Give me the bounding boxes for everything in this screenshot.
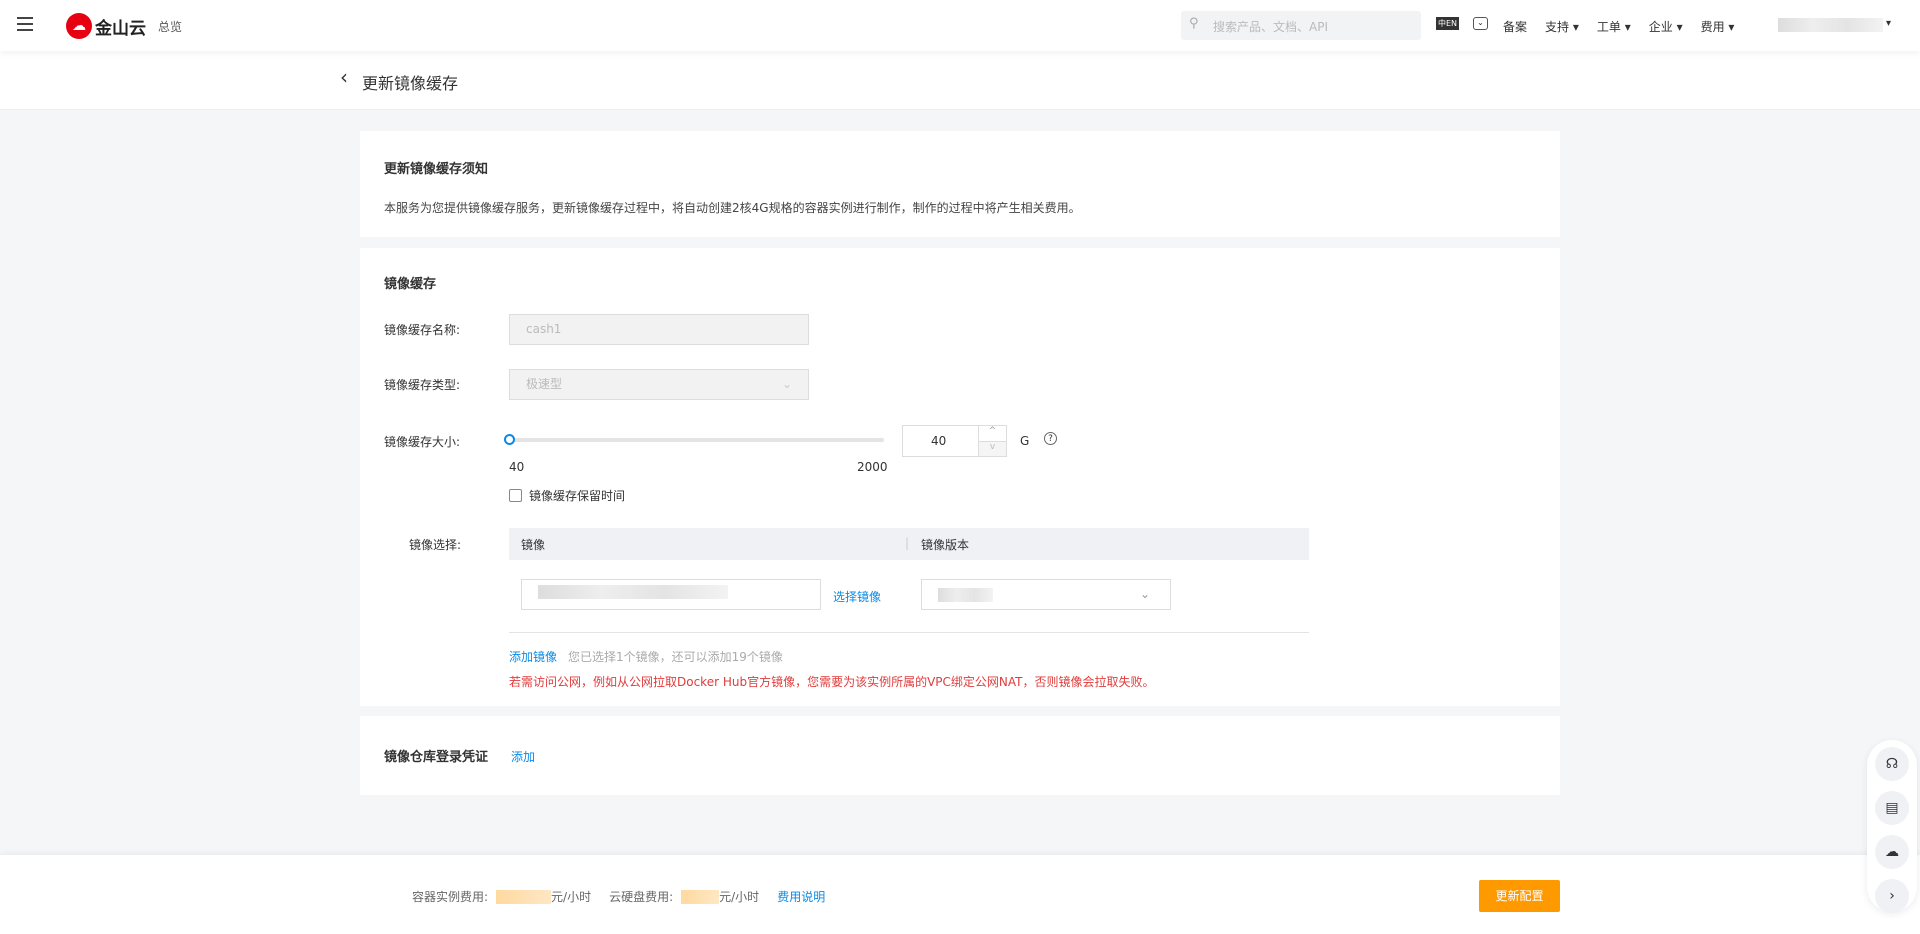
instance-fee-value <box>496 889 552 904</box>
message-icon[interactable]: ⌄ <box>1473 17 1488 30</box>
help-icon[interactable]: ? <box>1044 432 1057 445</box>
section-title: 镜像缓存 <box>384 277 437 292</box>
retain-checkbox[interactable]: 镜像缓存保留时间 <box>509 487 625 504</box>
divider <box>509 632 1309 633</box>
registry-panel: 镜像仓库登录凭证 添加 <box>360 716 1560 795</box>
image-table-header: 镜像 | 镜像版本 <box>509 528 1309 560</box>
size-unit: G <box>1020 434 1030 448</box>
image-input[interactable] <box>521 579 821 610</box>
size-slider-handle[interactable] <box>504 434 515 445</box>
logo[interactable]: ☁ 金山云 <box>66 13 146 39</box>
chevron-down-icon: ⌄ <box>781 377 792 391</box>
type-label: 镜像缓存类型: <box>384 378 461 392</box>
size-value: 40 <box>931 434 947 448</box>
user-account-menu[interactable] <box>1778 18 1883 32</box>
page-title: 更新镜像缓存 <box>362 74 459 93</box>
add-credential-link[interactable]: 添加 <box>511 748 535 765</box>
page-header: ‹ 更新镜像缓存 <box>0 51 1920 110</box>
add-image-link[interactable]: 添加镜像 <box>509 648 557 665</box>
update-config-button[interactable]: 更新配置 <box>1479 880 1560 912</box>
chevron-right-icon[interactable]: › <box>1875 879 1909 913</box>
nav-billing[interactable]: 费用 ▾ <box>1701 18 1735 35</box>
retain-label: 镜像缓存保留时间 <box>529 489 626 503</box>
decrement-button[interactable]: v <box>978 441 1006 456</box>
back-icon[interactable]: ‹ <box>340 65 348 89</box>
size-stepper[interactable]: 40 ^ v <box>902 425 1007 457</box>
slider-min-label: 40 <box>509 460 525 474</box>
size-label: 镜像缓存大小: <box>384 435 461 449</box>
add-image-hint: 您已选择1个镜像，还可以添加19个镜像 <box>568 650 783 664</box>
select-image-link[interactable]: 选择镜像 <box>833 588 881 605</box>
checkbox[interactable] <box>509 489 522 502</box>
nav-enterprise[interactable]: 企业 ▾ <box>1649 18 1683 35</box>
fee-explanation-link[interactable]: 费用说明 <box>777 888 825 905</box>
cache-name-input[interactable]: cash1 <box>509 314 809 345</box>
disk-fee-unit: 元/小时 <box>719 890 760 904</box>
name-label: 镜像缓存名称: <box>384 323 461 337</box>
col-version: 镜像版本 <box>921 538 970 552</box>
cloud-bell-icon[interactable]: ☁ <box>1875 835 1909 869</box>
headset-icon[interactable]: ☊ <box>1875 747 1909 781</box>
cloud-logo-icon: ☁ <box>66 13 92 39</box>
registry-title: 镜像仓库登录凭证 <box>384 750 489 765</box>
disk-fee-label: 云硬盘费用: <box>609 890 674 904</box>
top-navbar: ☁ 金山云 总览 ⚲ 搜索产品、文档、API 中EN ⌄ 备案 支持 ▾ 工单 … <box>0 0 1920 51</box>
cache-type-select[interactable]: 极速型 ⌄ <box>509 369 809 400</box>
col-image: 镜像 <box>521 538 546 552</box>
nav-overview[interactable]: 总览 <box>158 18 182 35</box>
search-placeholder: 搜索产品、文档、API <box>1213 20 1328 34</box>
search-icon: ⚲ <box>1189 16 1199 31</box>
footer-bar: 容器实例费用: 元/小时 云硬盘费用: 元/小时 费用说明 更新配置 <box>0 855 1920 934</box>
notice-text: 本服务为您提供镜像缓存服务，更新镜像缓存过程中，将自动创建2核4G规格的容器实例… <box>384 201 1081 215</box>
nav-ticket[interactable]: 工单 ▾ <box>1597 18 1631 35</box>
slider-max-label: 2000 <box>857 460 888 474</box>
chevron-down-icon: ▾ <box>1886 18 1892 29</box>
instance-fee-label: 容器实例费用: <box>412 890 489 904</box>
nav-support[interactable]: 支持 ▾ <box>1545 18 1579 35</box>
chevron-down-icon: ⌄ <box>1139 587 1150 601</box>
nav-beian[interactable]: 备案 <box>1503 18 1527 35</box>
logo-text: 金山云 <box>95 18 146 39</box>
size-slider-track[interactable] <box>509 438 884 442</box>
document-icon[interactable]: ▤ <box>1875 791 1909 825</box>
notice-panel: 更新镜像缓存须知 本服务为您提供镜像缓存服务，更新镜像缓存过程中，将自动创建2核… <box>360 131 1560 237</box>
cache-panel: 镜像缓存 镜像缓存名称: cash1 镜像缓存类型: 极速型 ⌄ 镜像缓存大小: … <box>360 248 1560 706</box>
increment-button[interactable]: ^ <box>978 426 1006 441</box>
instance-fee-unit: 元/小时 <box>551 890 592 904</box>
language-icon[interactable]: 中EN <box>1436 17 1460 30</box>
notice-title: 更新镜像缓存须知 <box>384 162 489 177</box>
disk-fee-value <box>681 889 720 904</box>
menu-icon[interactable] <box>17 17 33 31</box>
floating-toolbar: ☊ ▤ ☁ › <box>1867 740 1917 913</box>
nat-warning: 若需访问公网，例如从公网拉取Docker Hub官方镜像，您需要为该实例所属的V… <box>509 675 1155 689</box>
image-version-select[interactable]: ⌄ <box>921 579 1171 610</box>
search-box[interactable]: ⚲ 搜索产品、文档、API <box>1181 11 1421 40</box>
image-select-label: 镜像选择: <box>409 538 462 552</box>
